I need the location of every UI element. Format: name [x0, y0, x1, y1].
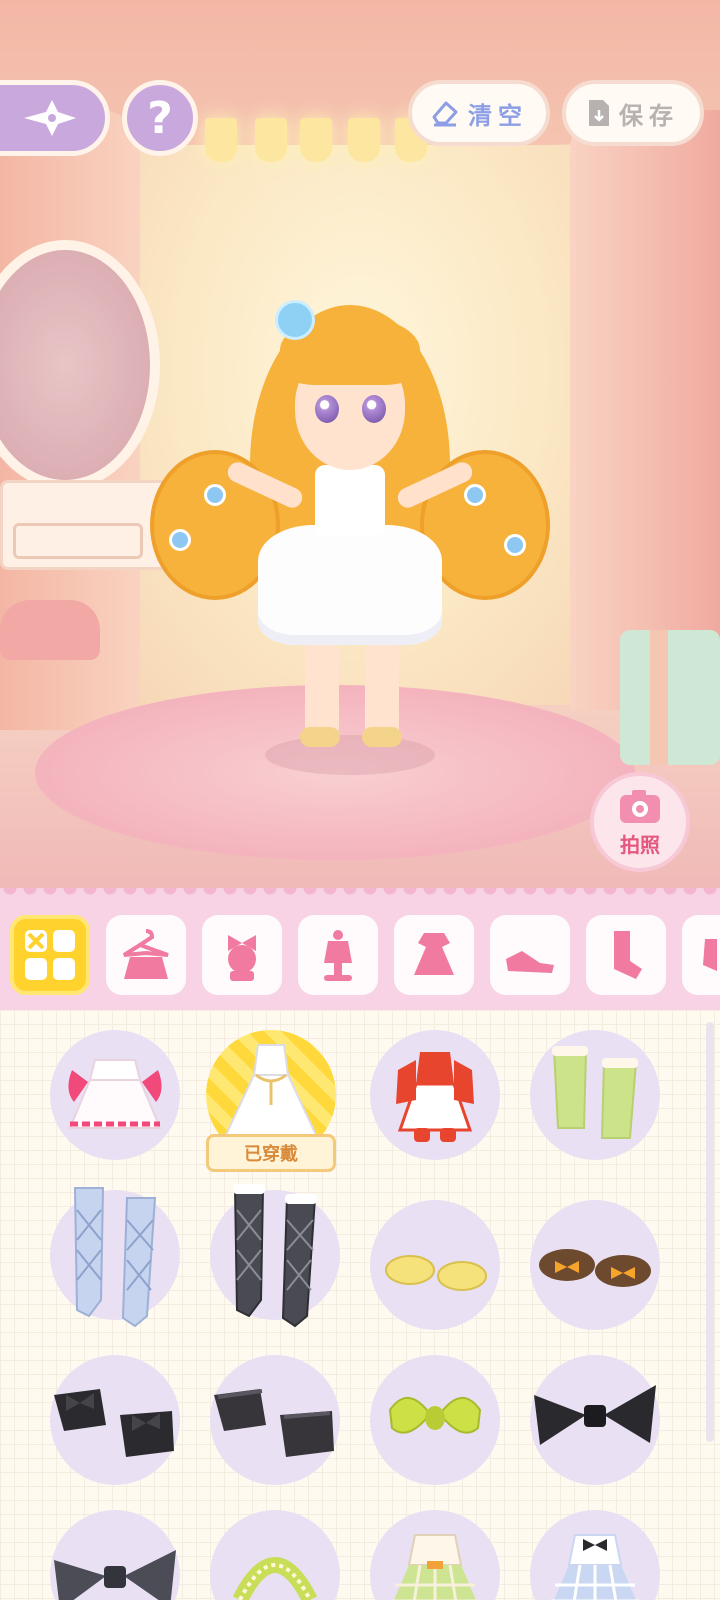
- ceiling-lamp: [255, 118, 287, 162]
- green-leg-warmers-icon: [552, 1046, 638, 1139]
- flower-icon: [504, 534, 526, 556]
- back-button[interactable]: [0, 80, 110, 156]
- character-avatar[interactable]: [150, 295, 550, 775]
- category-shoes[interactable]: [490, 915, 570, 995]
- red-qipao-dress-icon: [396, 1052, 474, 1142]
- all-icon: [25, 930, 75, 980]
- left-leg: [305, 640, 339, 740]
- brown-bow-shoes-icon: [539, 1249, 651, 1287]
- wardrobe-item[interactable]: [370, 1355, 500, 1485]
- left-eye: [315, 395, 339, 423]
- clear-button[interactable]: 清空: [408, 80, 550, 146]
- blue-argyle-stockings-icon: [73, 1187, 157, 1328]
- ceiling-lamp: [300, 118, 332, 162]
- wardrobe-item[interactable]: [530, 1200, 660, 1330]
- ceiling-lamp: [348, 118, 380, 162]
- dress-skirt: [258, 525, 442, 645]
- vanity-stool: [0, 600, 100, 660]
- flower-icon: [169, 529, 191, 551]
- save-file-icon: [589, 100, 609, 126]
- camera-icon: [620, 789, 660, 823]
- sparkle-back-icon: [24, 100, 76, 136]
- equipped-badge: 已穿戴: [206, 1134, 336, 1172]
- wardrobe-scrollbar[interactable]: [706, 1022, 714, 1442]
- black-bow-shoes-icon: [54, 1389, 174, 1457]
- blue-plaid-dress-icon: [551, 1534, 639, 1600]
- right-curtain: [570, 110, 720, 710]
- wardrobe-item[interactable]: [50, 1187, 180, 1328]
- socks-icon: [614, 931, 642, 979]
- grey-hair-bow-icon: [54, 1550, 176, 1600]
- hair-accessory-icon: [228, 935, 256, 981]
- wardrobe-item[interactable]: [50, 1355, 180, 1485]
- help-button[interactable]: ?: [122, 80, 198, 156]
- photo-button[interactable]: 拍照: [590, 772, 690, 872]
- wardrobe-item[interactable]: [530, 1030, 660, 1160]
- dark-ribbon-shoes-icon: [214, 1389, 334, 1457]
- lime-hair-bow-icon: [388, 1397, 482, 1434]
- ceiling-lamp: [205, 118, 237, 162]
- flower-icon: [204, 484, 226, 506]
- green-plaid-dress-icon: [391, 1534, 479, 1600]
- wardrobe-item[interactable]: [370, 1200, 500, 1330]
- category-top[interactable]: [298, 915, 378, 995]
- more-icon: [703, 939, 717, 971]
- shoes-icon: [506, 951, 554, 973]
- help-label: ?: [147, 92, 173, 144]
- category-dress[interactable]: [394, 915, 474, 995]
- character-shadow: [265, 735, 435, 775]
- category-hair-accessory[interactable]: [202, 915, 282, 995]
- pink-white-dress-icon: [68, 1059, 162, 1129]
- top-icon: [324, 930, 352, 981]
- wardrobe-item[interactable]: [530, 1355, 660, 1485]
- vanity-table: [0, 480, 170, 570]
- black-hair-bow-icon: [534, 1385, 656, 1445]
- category-socks[interactable]: [586, 915, 666, 995]
- outfit-set-icon: [122, 929, 169, 979]
- dress-icon: [414, 933, 454, 975]
- category-all[interactable]: [10, 915, 90, 995]
- wardrobe-item[interactable]: [210, 1355, 340, 1485]
- category-outfit-set[interactable]: [106, 915, 186, 995]
- wardrobe-item[interactable]: [210, 1184, 340, 1328]
- save-button[interactable]: 保存: [562, 80, 704, 146]
- category-more[interactable]: [682, 915, 720, 995]
- black-argyle-stockings-icon: [233, 1184, 317, 1328]
- right-eye: [362, 395, 386, 423]
- right-leg: [365, 640, 399, 740]
- dress-bodice: [315, 465, 385, 535]
- photo-label: 拍照: [620, 832, 660, 857]
- left-sandal: [300, 727, 340, 747]
- gift-box: [620, 630, 720, 765]
- green-headband-icon: [232, 1557, 318, 1600]
- save-label: 保存: [619, 101, 679, 130]
- wardrobe-item[interactable]: [50, 1030, 180, 1160]
- wardrobe-item[interactable]: [370, 1030, 500, 1160]
- flower-icon: [464, 484, 486, 506]
- eraser-icon: [432, 101, 458, 127]
- clear-label: 清空: [468, 101, 528, 130]
- hair-flower-accessory: [275, 300, 315, 340]
- vanity-drawer: [13, 523, 143, 559]
- yellow-slippers-icon: [385, 1255, 487, 1291]
- right-sandal: [362, 727, 402, 747]
